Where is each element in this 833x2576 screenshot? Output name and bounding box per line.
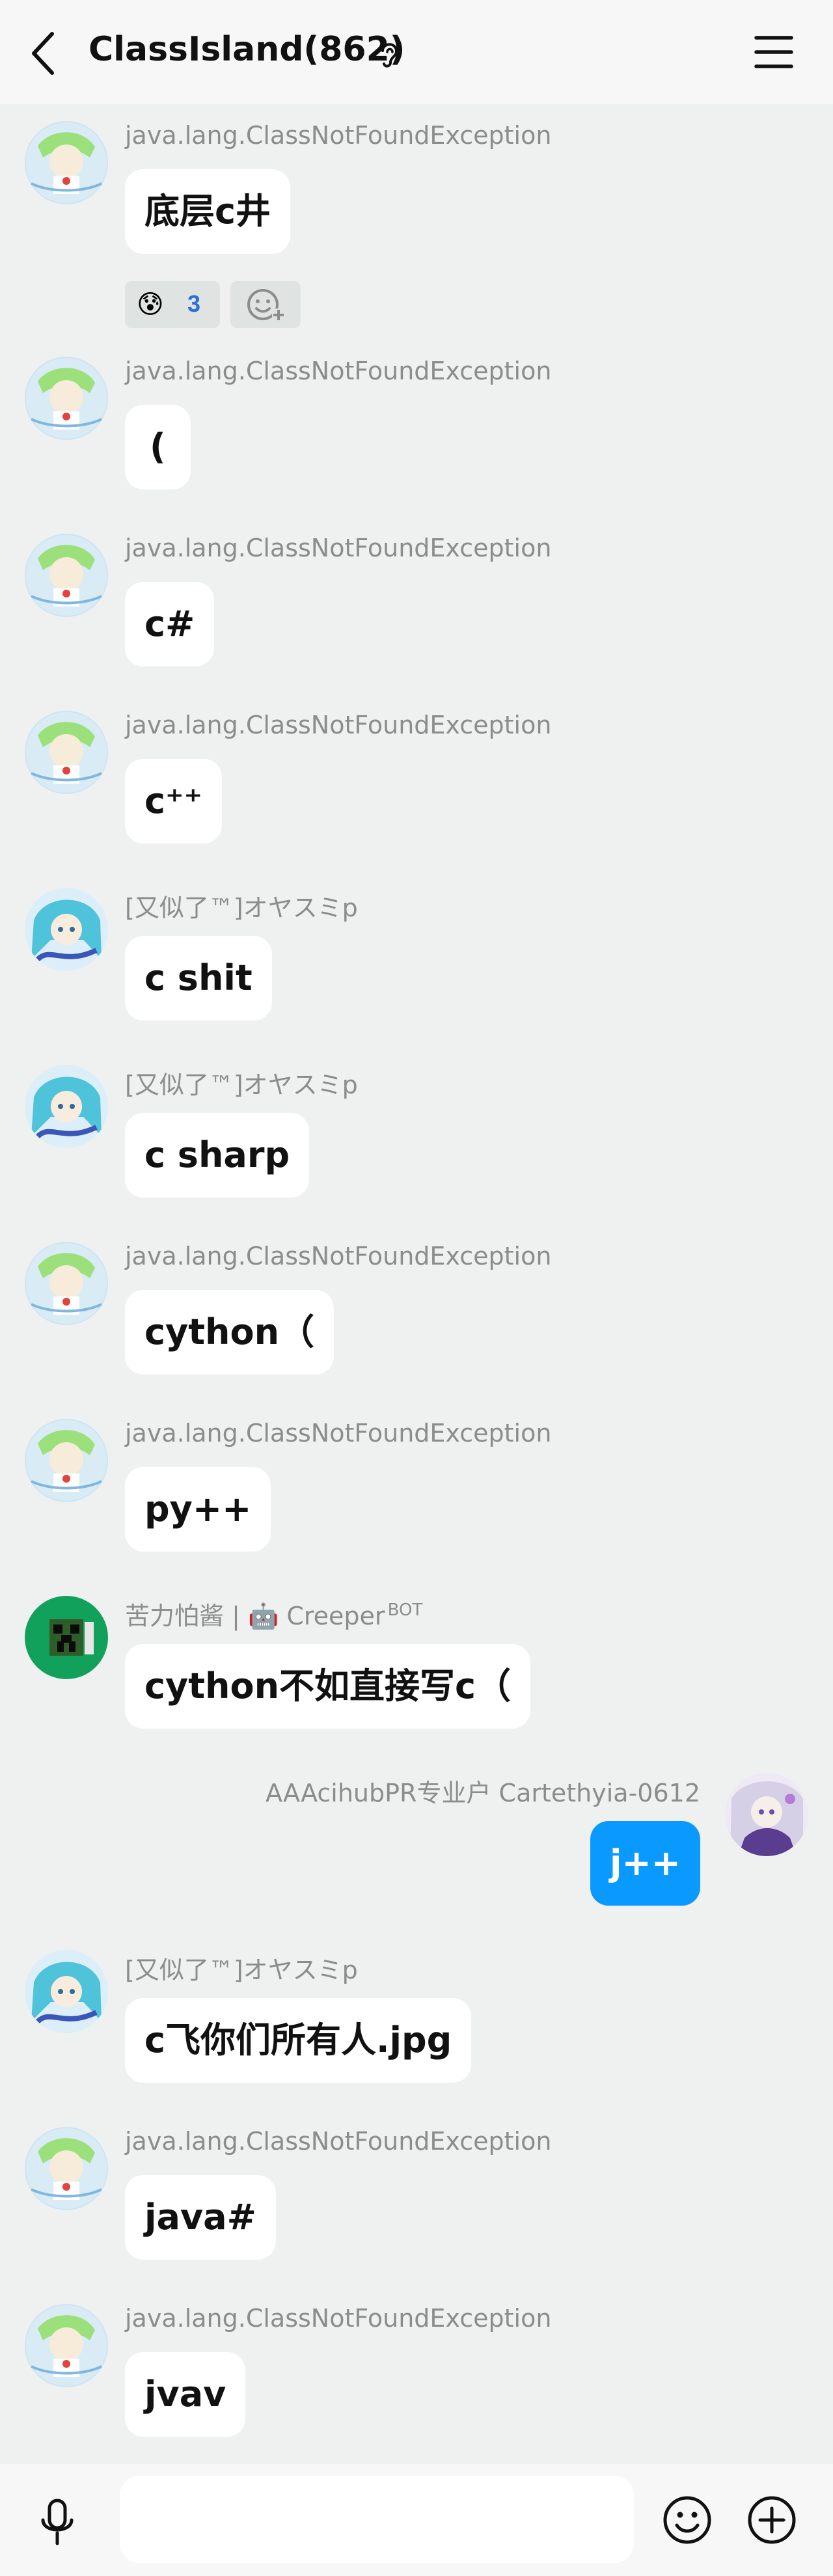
message-bubble[interactable]: java# xyxy=(125,2175,276,2260)
sender-name-text: 苦力怕酱 | 🤖 Creeper xyxy=(125,1602,385,1630)
message-bubble[interactable]: c sharp xyxy=(125,1113,310,1198)
hamburger-menu-icon xyxy=(754,36,793,68)
sender-name: java.lang.ClassNotFoundException xyxy=(125,2304,552,2333)
sender-name: 苦力怕酱 | 🤖 Creeper BOT xyxy=(125,1596,422,1632)
voice-button[interactable] xyxy=(38,2497,77,2549)
anxious-face-emoji-icon: 😰 xyxy=(137,290,164,319)
message-bubble[interactable]: py++ xyxy=(125,1467,271,1552)
chat-header: ClassIsland(862) xyxy=(0,0,833,104)
add-reaction-button[interactable] xyxy=(230,281,301,328)
sender-name: AAAcihubPR专业户 Cartethyia-0612 xyxy=(265,1779,700,1807)
bot-tag: BOT xyxy=(387,1600,423,1621)
menu-button[interactable] xyxy=(754,34,794,70)
anime-girl-green-hair-avatar xyxy=(25,121,108,204)
message-bubble[interactable]: jvav xyxy=(125,2352,246,2437)
anime-girl-blue-hair-avatar xyxy=(25,888,108,971)
sender-name: java.lang.ClassNotFoundException xyxy=(125,357,552,385)
anime-girl-green-hair-avatar xyxy=(25,2127,108,2210)
avatar[interactable] xyxy=(25,1419,108,1502)
sender-name: java.lang.ClassNotFoundException xyxy=(125,121,552,150)
more-button[interactable] xyxy=(746,2494,798,2546)
avatar[interactable] xyxy=(25,711,108,794)
message-bubble[interactable]: ( xyxy=(125,405,191,489)
anime-girl-blue-hair-avatar xyxy=(25,1950,108,2033)
emoji-button[interactable] xyxy=(661,2494,713,2546)
avatar[interactable] xyxy=(25,1065,108,1148)
sender-name: java.lang.ClassNotFoundException xyxy=(125,1419,552,1447)
anime-girl-green-hair-avatar xyxy=(25,1242,108,1325)
sender-name: java.lang.ClassNotFoundException xyxy=(125,534,552,562)
message-bubble[interactable]: cython（ xyxy=(125,1290,335,1375)
avatar[interactable] xyxy=(25,357,108,440)
message-bubble[interactable]: 底层c井 xyxy=(125,169,291,254)
message-input[interactable] xyxy=(120,2476,634,2563)
avatar[interactable] xyxy=(725,1773,808,1856)
smiley-icon xyxy=(663,2496,711,2544)
sender-name: [又似了™]オヤスミp xyxy=(125,894,358,922)
anime-girl-green-hair-avatar xyxy=(25,2304,108,2387)
avatar[interactable] xyxy=(25,1950,108,2033)
message-bubble[interactable]: c⁺⁺ xyxy=(125,759,223,843)
anime-girl-green-hair-avatar xyxy=(25,711,108,794)
reaction-count: 3 xyxy=(187,290,201,317)
avatar[interactable] xyxy=(25,2127,108,2210)
message-bubble[interactable]: cython不如直接写c（ xyxy=(125,1644,531,1729)
sender-name: [又似了™]オヤスミp xyxy=(125,1071,358,1099)
anime-girl-green-hair-avatar xyxy=(25,357,108,440)
sender-name: java.lang.ClassNotFoundException xyxy=(125,711,552,739)
input-bar xyxy=(0,2464,833,2576)
sender-name: [又似了™]オヤスミp xyxy=(125,1956,358,1984)
plus-circle-icon xyxy=(748,2496,796,2544)
sender-name: java.lang.ClassNotFoundException xyxy=(125,1242,552,1270)
reaction-chip[interactable]: 😰 3 xyxy=(125,281,220,328)
sender-name: java.lang.ClassNotFoundException xyxy=(125,2127,552,2156)
avatar[interactable] xyxy=(25,1596,108,1679)
chat-title[interactable]: ClassIsland(862) xyxy=(89,30,405,69)
anime-girl-blue-hair-avatar xyxy=(25,1065,108,1148)
anime-girl-green-hair-avatar xyxy=(25,534,108,617)
anime-girl-green-hair-avatar xyxy=(25,1419,108,1502)
chevron-left-icon xyxy=(32,32,54,75)
message-bubble[interactable]: j++ xyxy=(590,1821,700,1906)
avatar[interactable] xyxy=(25,2304,108,2387)
ear-icon xyxy=(376,38,402,69)
avatar[interactable] xyxy=(25,1242,108,1325)
message-bubble[interactable]: c# xyxy=(125,582,215,666)
microphone-icon xyxy=(41,2499,74,2545)
avatar[interactable] xyxy=(25,534,108,617)
message-bubble[interactable]: c shit xyxy=(125,936,272,1021)
avatar[interactable] xyxy=(25,121,108,204)
message-bubble[interactable]: c飞你们所有人.jpg xyxy=(125,1998,472,2083)
add-reaction-icon xyxy=(247,289,285,322)
creeper-avatar xyxy=(25,1596,108,1679)
back-button[interactable] xyxy=(25,27,64,79)
anime-girl-purple-avatar xyxy=(725,1773,808,1856)
avatar[interactable] xyxy=(25,888,108,971)
